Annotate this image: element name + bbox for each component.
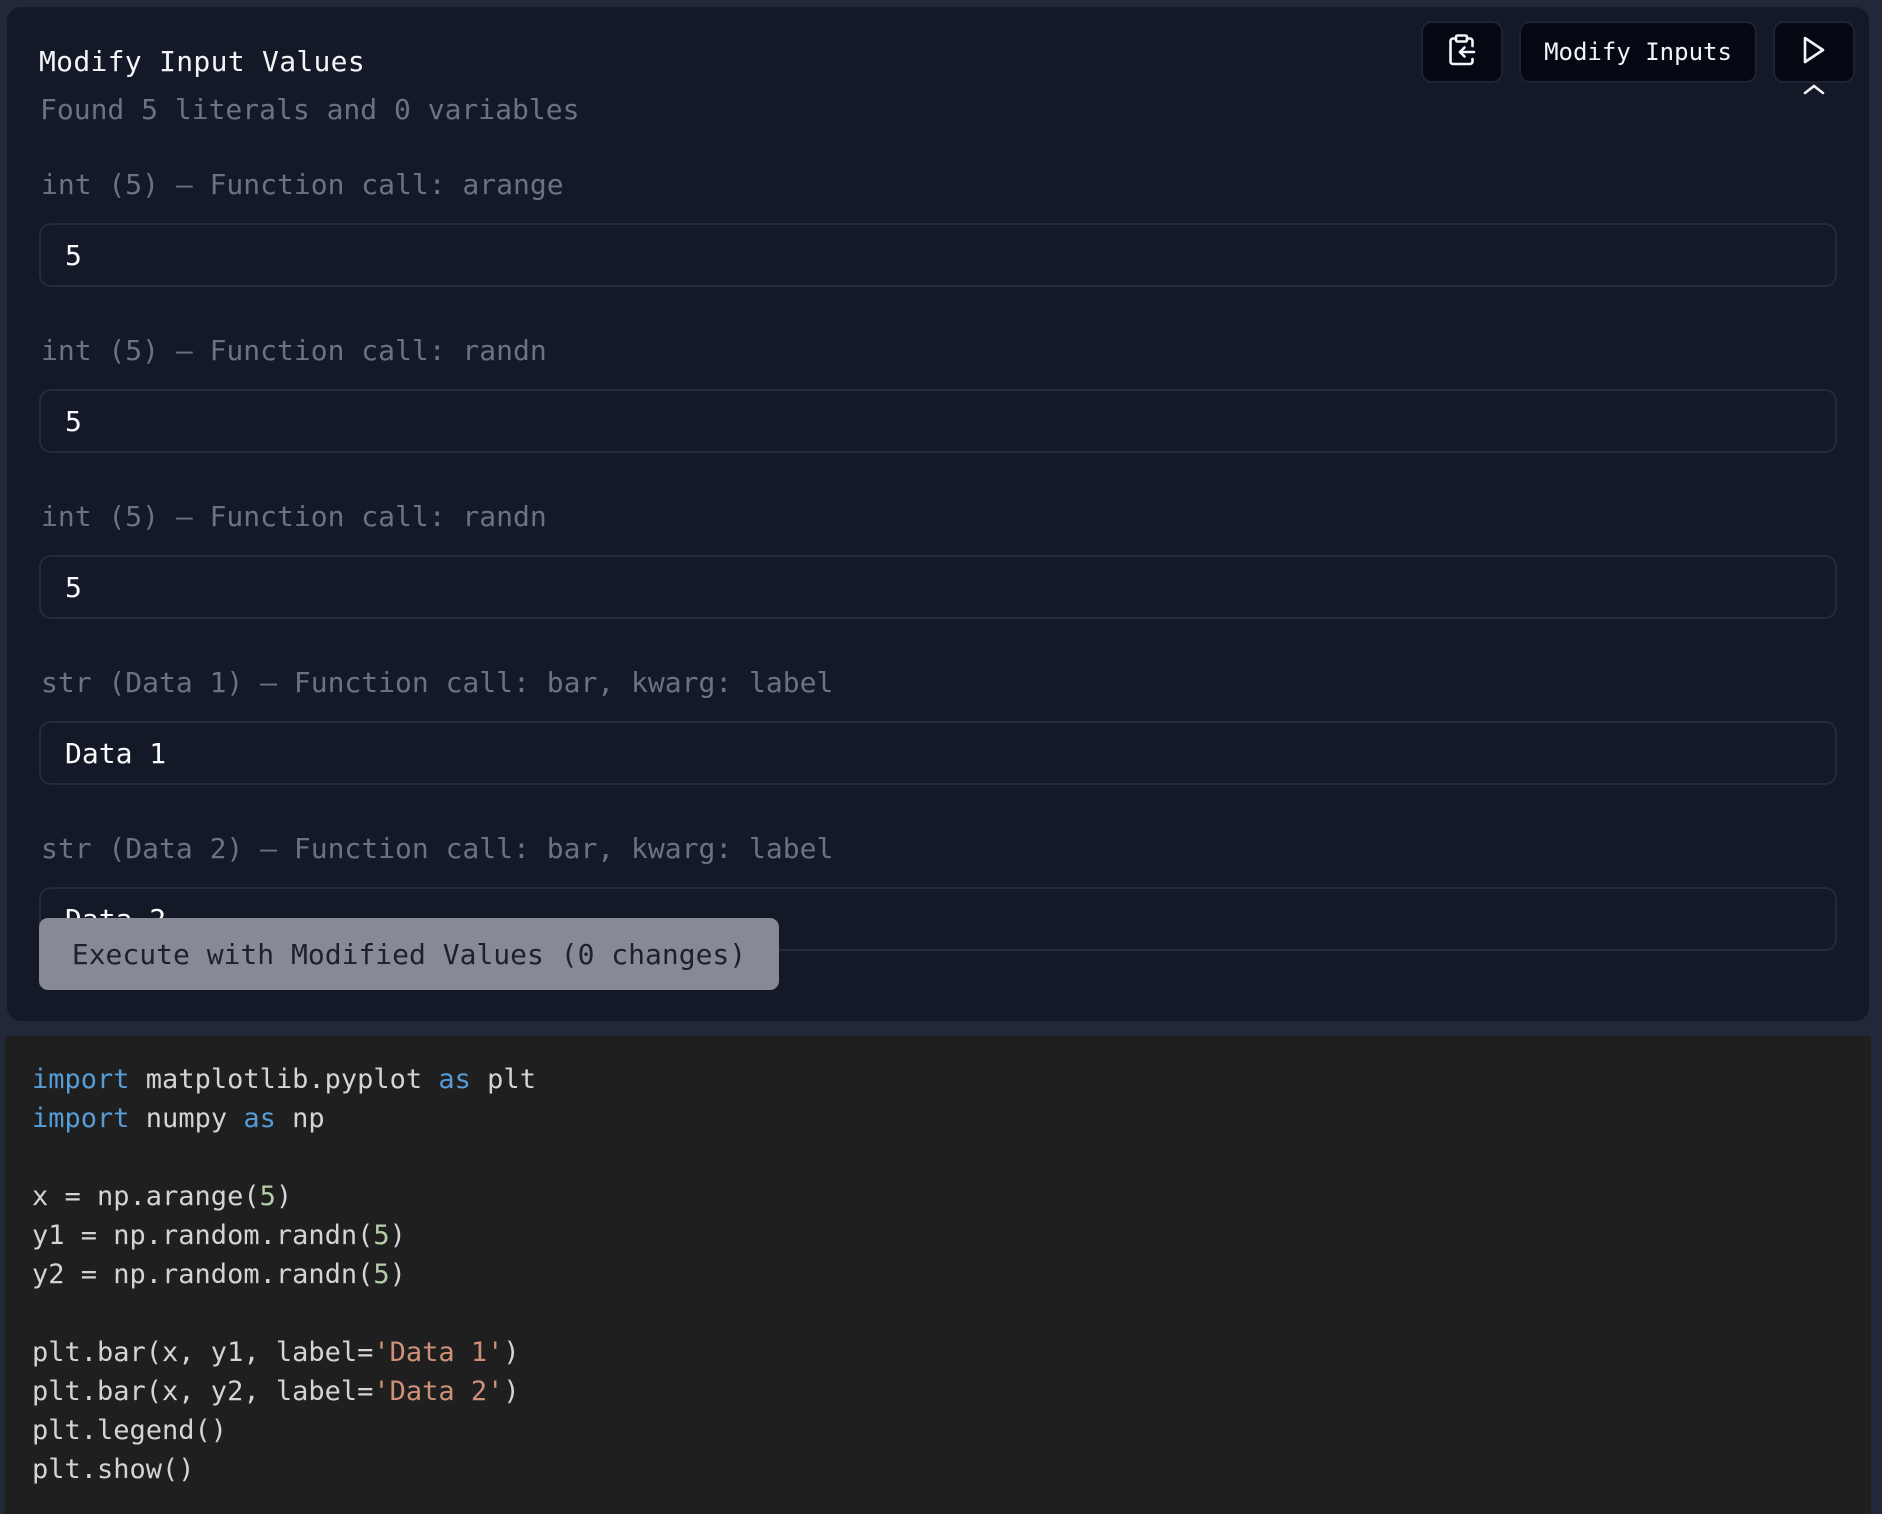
field-label-data-1: str (Data 1) – Function call: bar, kwarg… [33, 665, 1843, 785]
code-number: 5 [259, 1181, 276, 1212]
modify-inputs-panel: Modify Input Values Found 5 literals and… [7, 7, 1869, 1021]
field-label: str (Data 2) – Function call: bar, kwarg… [41, 832, 834, 865]
paste-button[interactable] [1421, 21, 1503, 83]
code-text: ) [503, 1337, 520, 1368]
code-line: plt.bar(x, y2, label='Data 2') [32, 1372, 1871, 1411]
code-text: y1 = np.random.randn( [32, 1220, 374, 1251]
value-input[interactable] [39, 721, 1837, 785]
value-input[interactable] [39, 223, 1837, 287]
code-text: matplotlib.pyplot [129, 1064, 439, 1095]
field-label: int (5) – Function call: randn [41, 334, 547, 367]
code-text: plt.bar(x, y1, label= [32, 1337, 374, 1368]
input-fields: int (5) – Function call: arange int (5) … [33, 167, 1843, 951]
toolbar: Modify Inputs [1421, 21, 1855, 95]
field-label: str (Data 1) – Function call: bar, kwarg… [41, 666, 834, 699]
execute-button[interactable]: Execute with Modified Values (0 changes) [39, 918, 779, 990]
field-randn-int-2: int (5) – Function call: randn [33, 499, 1843, 619]
code-text: ) [503, 1376, 520, 1407]
code-text: ) [389, 1259, 406, 1290]
code-text: plt.show() [32, 1454, 195, 1485]
field-label: int (5) – Function call: arange [41, 168, 564, 201]
code-keyword: as [438, 1064, 471, 1095]
code-string: 'Data 2' [373, 1376, 504, 1407]
code-number: 5 [373, 1259, 390, 1290]
code-number: 5 [373, 1220, 390, 1251]
code-line: x = np.arange(5) [32, 1177, 1871, 1216]
code-line: plt.show() [32, 1450, 1871, 1489]
code-text: plt [470, 1064, 536, 1095]
code-line: import numpy as np [32, 1099, 1871, 1138]
code-lines: import matplotlib.pyplot as plt import nu… [32, 1060, 1871, 1489]
run-button[interactable] [1773, 21, 1855, 95]
code-text: numpy [129, 1103, 244, 1134]
code-text: plt.bar(x, y2, label= [32, 1376, 374, 1407]
code-text: np [275, 1103, 325, 1134]
code-keyword: import [32, 1103, 130, 1134]
field-randn-int-1: int (5) – Function call: randn [33, 333, 1843, 453]
panel-title: Modify Input Values [39, 45, 365, 78]
play-icon [1801, 35, 1827, 69]
code-editor[interactable]: import matplotlib.pyplot as plt import nu… [5, 1036, 1871, 1514]
code-text: y2 = np.random.randn( [32, 1259, 374, 1290]
field-arange-int: int (5) – Function call: arange [33, 167, 1843, 287]
chevron-up-icon[interactable] [1803, 80, 1825, 99]
value-input[interactable] [39, 555, 1837, 619]
code-line: plt.bar(x, y1, label='Data 1') [32, 1333, 1871, 1372]
code-line: y1 = np.random.randn(5) [32, 1216, 1871, 1255]
modify-inputs-button[interactable]: Modify Inputs [1519, 21, 1757, 83]
code-text: x = np.arange( [32, 1181, 260, 1212]
code-keyword: as [243, 1103, 276, 1134]
code-text: ) [389, 1220, 406, 1251]
code-keyword: import [32, 1064, 130, 1095]
clipboard-paste-icon [1448, 34, 1476, 70]
code-string: 'Data 1' [373, 1337, 504, 1368]
code-text: plt.legend() [32, 1415, 228, 1446]
code-text: ) [275, 1181, 293, 1212]
code-line: y2 = np.random.randn(5) [32, 1255, 1871, 1294]
field-label: int (5) – Function call: randn [41, 500, 547, 533]
code-line: plt.legend() [32, 1411, 1871, 1450]
value-input[interactable] [39, 389, 1837, 453]
code-line: import matplotlib.pyplot as plt [32, 1060, 1871, 1099]
panel-subtitle: Found 5 literals and 0 variables [40, 93, 580, 126]
